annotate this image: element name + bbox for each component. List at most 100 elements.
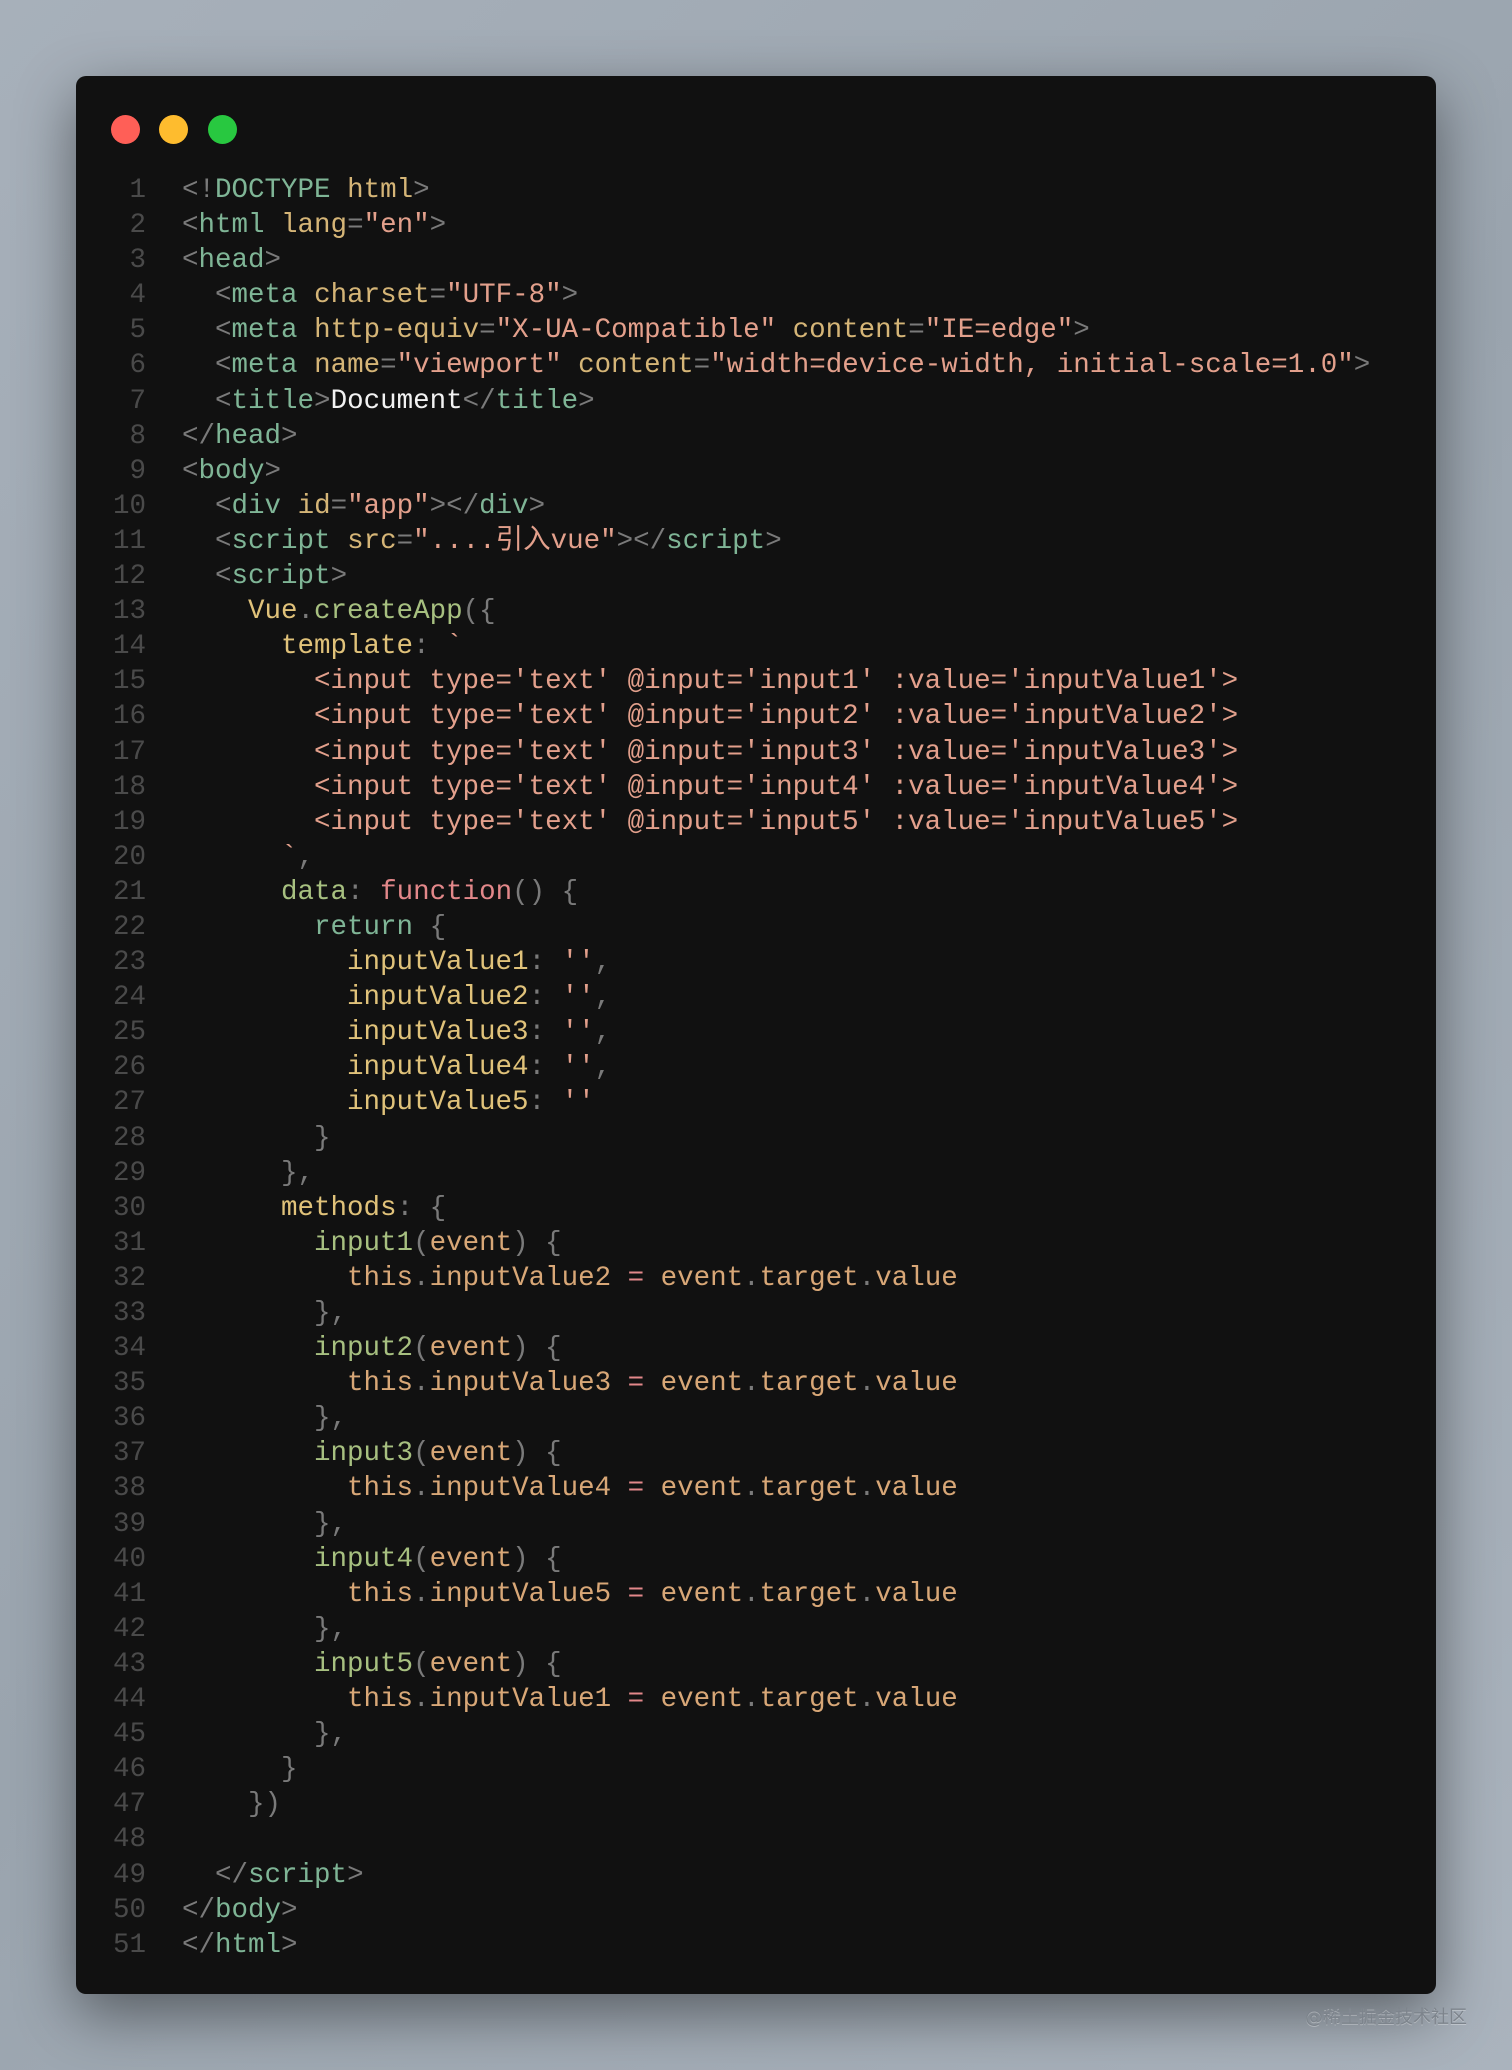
- code-token: ) {: [512, 1333, 562, 1365]
- line-content: },: [182, 1296, 347, 1331]
- code-token: meta: [231, 315, 298, 347]
- code-token: name: [314, 350, 381, 382]
- line-content: `,: [182, 840, 314, 875]
- line-content: }: [182, 1752, 298, 1787]
- code-token: inputValue3: [429, 1368, 612, 1400]
- code-token: src: [347, 525, 397, 557]
- code-token: (: [413, 1648, 430, 1680]
- code-token: <: [215, 525, 232, 557]
- code-token: =: [347, 210, 364, 242]
- code-token: function: [380, 876, 513, 908]
- code-token: >: [413, 175, 430, 206]
- code-token: ({: [462, 596, 496, 628]
- code-token: "en": [363, 210, 430, 242]
- minimize-window-button[interactable]: [159, 115, 188, 144]
- code-token: "IE=edge": [924, 315, 1074, 347]
- code-line: 32 this.inputValue2 = event.target.value: [100, 1261, 1370, 1296]
- code-token: target: [759, 1578, 859, 1610]
- code-token: return: [314, 911, 414, 943]
- code-token: =: [611, 1473, 661, 1505]
- code-line: 7 <title>Document</title>: [100, 384, 1370, 419]
- code-token: inputValue1: [429, 1684, 612, 1716]
- code-token: },: [314, 1508, 348, 1540]
- line-number: 46: [112, 1754, 146, 1786]
- maximize-window-button[interactable]: [208, 115, 237, 144]
- code-line: 12 <script>: [100, 559, 1370, 594]
- code-token: DOCTYPE: [215, 175, 331, 206]
- code-line: 51 </html>: [100, 1928, 1370, 1963]
- line-content: }): [182, 1787, 281, 1822]
- code-token: inputValue1: [347, 947, 529, 979]
- code-token: head: [198, 245, 265, 277]
- line-number: 36: [112, 1403, 146, 1435]
- code-token: createApp: [314, 596, 463, 628]
- code-token: >: [561, 280, 579, 312]
- code-line: 26 inputValue4: '',: [100, 1050, 1370, 1085]
- code-line: 28 }: [100, 1121, 1370, 1156]
- code-token: script: [248, 1859, 348, 1891]
- code-token: target: [759, 1684, 859, 1716]
- code-token: this: [347, 1684, 414, 1716]
- code-token: title: [231, 385, 315, 417]
- code-token: inputValue2: [347, 982, 529, 1014]
- line-content: methods: {: [182, 1191, 446, 1226]
- code-token: >: [578, 385, 595, 417]
- line-content: inputValue2: '',: [182, 980, 611, 1015]
- code-token: =: [429, 280, 447, 312]
- code-line: 4 <meta charset="UTF-8">: [100, 278, 1370, 313]
- code-token: .: [858, 1473, 876, 1505]
- line-content: Vue.createApp({: [182, 594, 496, 629]
- line-number: 1: [129, 175, 146, 206]
- line-content: <div id="app"></div>: [182, 489, 545, 524]
- code-token: {: [413, 911, 447, 943]
- line-number: 21: [112, 876, 146, 908]
- code-token: lang: [281, 210, 348, 242]
- code-line: 33 },: [100, 1296, 1370, 1331]
- line-number: 23: [112, 947, 146, 979]
- line-content: template: `: [182, 629, 463, 664]
- line-number: 40: [112, 1543, 146, 1575]
- code-token: .: [413, 1473, 430, 1505]
- line-number: 47: [112, 1789, 146, 1821]
- code-token: }: [314, 1122, 331, 1154]
- code-token: input1: [314, 1227, 414, 1259]
- line-content: <input type='text' @input='input3' :valu…: [182, 735, 1238, 770]
- code-token: >: [281, 1929, 298, 1961]
- line-number: 26: [112, 1052, 146, 1084]
- code-token: =: [611, 1684, 661, 1716]
- code-token: content: [578, 350, 694, 382]
- code-token: }: [281, 1754, 298, 1786]
- code-line: 43 input5(event) {: [100, 1647, 1370, 1682]
- code-token: target: [759, 1473, 859, 1505]
- line-number: 32: [112, 1262, 146, 1294]
- line-number: 42: [112, 1613, 146, 1645]
- code-token: =: [380, 350, 397, 382]
- code-token: <!: [182, 175, 216, 206]
- code-token: .: [858, 1368, 876, 1400]
- code-line: 18 <input type='text' @input='input4' :v…: [100, 770, 1370, 805]
- code-line: 30 methods: {: [100, 1191, 1370, 1226]
- code-token: `: [281, 841, 298, 873]
- line-number: 11: [112, 525, 146, 557]
- close-window-button[interactable]: [111, 115, 140, 144]
- code-line: 15 <input type='text' @input='input1' :v…: [100, 664, 1370, 699]
- line-content: <html lang="en">: [182, 208, 446, 243]
- line-content: <!DOCTYPE html>: [182, 173, 430, 208]
- code-token: ,: [594, 947, 612, 979]
- code-line: 19 <input type='text' @input='input5' :v…: [100, 805, 1370, 840]
- code-token: .: [413, 1262, 430, 1294]
